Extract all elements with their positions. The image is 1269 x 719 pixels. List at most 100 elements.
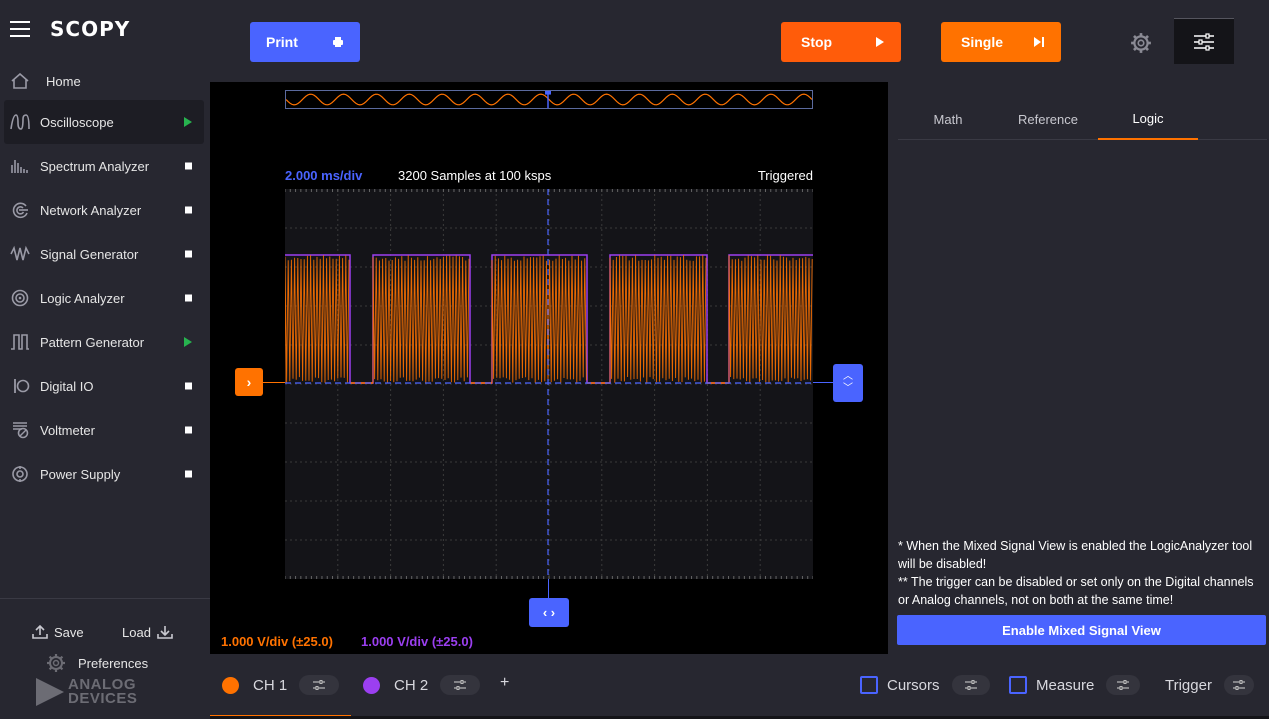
sliders-icon (1117, 680, 1129, 690)
digital-io-icon (10, 376, 30, 396)
trigger-settings-button[interactable] (1224, 675, 1254, 695)
trigger-status: Triggered (758, 168, 813, 183)
preferences-label: Preferences (78, 656, 148, 671)
note-line-1: * When the Mixed Signal View is enabled … (898, 537, 1258, 573)
vertical-position-control[interactable]: ︿ ﹀ (833, 364, 863, 402)
vendor-logo-text: ANALOG DEVICES (68, 678, 144, 706)
stopped-indicator-icon[interactable] (185, 207, 192, 214)
save-button[interactable]: Save (32, 624, 84, 640)
ch2-color-dot (363, 677, 380, 694)
trigger-label: Trigger (1165, 677, 1212, 694)
tab-logic[interactable]: Logic (1098, 98, 1198, 140)
tab-math[interactable]: Math (898, 98, 998, 140)
sidebar-item-digital-io[interactable]: Digital IO (4, 364, 204, 408)
single-button[interactable]: Single (941, 22, 1061, 62)
sidebar-item-network-analyzer[interactable]: Network Analyzer (4, 188, 204, 232)
cursors-label: Cursors (887, 677, 940, 694)
sliders-icon (1193, 33, 1215, 51)
chevron-right-icon: › (247, 374, 252, 390)
sidebar-item-spectrum-analyzer[interactable]: Spectrum Analyzer (4, 144, 204, 188)
general-settings-gear-icon[interactable] (1130, 32, 1152, 59)
app-logo: SCOPY (50, 17, 130, 41)
trigger-position-line (548, 579, 549, 598)
sliders-icon (1233, 680, 1245, 690)
channel-bar: CH 1 CH 2 + Cursors Measure Trigger (210, 654, 1269, 719)
measure-label: Measure (1036, 677, 1094, 694)
stopped-indicator-icon[interactable] (185, 163, 192, 170)
run-stop-button[interactable]: Stop (781, 22, 901, 62)
network-icon (10, 200, 30, 220)
sidebar-item-voltmeter[interactable]: Voltmeter (4, 408, 204, 452)
brand-header: SCOPY (0, 0, 210, 58)
sample-info: 3200 Samples at 100 ksps (398, 168, 551, 183)
ch2-label: CH 2 (394, 677, 428, 694)
sidebar-item-oscilloscope[interactable]: Oscilloscope (4, 100, 204, 144)
sliders-icon (454, 680, 466, 690)
sidebar-divider (0, 598, 210, 599)
ch2-tab[interactable]: CH 2 (363, 674, 480, 696)
horizontal-position-control[interactable]: ‹ › (529, 598, 569, 627)
sidebar-item-label: Pattern Generator (40, 335, 144, 350)
trigger-toggle[interactable]: Trigger (1165, 674, 1254, 696)
cursors-checkbox[interactable] (860, 676, 878, 694)
running-indicator-icon[interactable] (184, 117, 192, 127)
panel-tabs: Math Reference Logic (898, 98, 1267, 140)
running-indicator-icon[interactable] (184, 337, 192, 347)
ch1-tab[interactable]: CH 1 (222, 674, 339, 696)
logic-icon (10, 288, 30, 308)
cursors-settings-button[interactable] (952, 675, 990, 695)
sidebar-item-label: Digital IO (40, 379, 93, 394)
trigger-level-line (813, 382, 833, 383)
scopy-window: SCOPY Home Oscilloscope Spectrum Analyzer N… (0, 0, 1269, 719)
stopped-indicator-icon[interactable] (185, 251, 192, 258)
print-button[interactable]: Print (250, 22, 360, 62)
load-button[interactable]: Load (122, 624, 179, 640)
cursors-toggle[interactable]: Cursors (860, 674, 990, 696)
note-line-2: ** The trigger can be disabled or set on… (898, 573, 1258, 609)
channel-settings-menu-button[interactable] (1174, 18, 1234, 64)
sidebar-item-label: Spectrum Analyzer (40, 159, 149, 174)
load-label: Load (122, 625, 151, 640)
tool-list: Home Oscilloscope Spectrum Analyzer Network… (4, 62, 204, 496)
chevron-down-icon: ﹀ (843, 383, 853, 395)
gear-icon (46, 653, 66, 673)
measure-checkbox[interactable] (1009, 676, 1027, 694)
sidebar-item-logic-analyzer[interactable]: Logic Analyzer (4, 276, 204, 320)
sidebar-item-label: Power Supply (40, 467, 120, 482)
tab-reference[interactable]: Reference (998, 98, 1098, 140)
stopped-indicator-icon[interactable] (185, 295, 192, 302)
step-forward-icon (1033, 36, 1045, 48)
sidebar-item-power-supply[interactable]: Power Supply (4, 452, 204, 496)
sidebar-item-label: Oscilloscope (40, 115, 114, 130)
channel-settings-panel: Math Reference Logic * When the Mixed Sign… (888, 82, 1269, 654)
ch2-settings-button[interactable] (440, 675, 480, 695)
sliders-icon (965, 680, 977, 690)
measure-settings-button[interactable] (1106, 675, 1140, 695)
sidebar-item-pattern-generator[interactable]: Pattern Generator (4, 320, 204, 364)
download-icon (157, 624, 173, 640)
vendor-logo-mark (36, 678, 64, 706)
printer-icon (332, 36, 344, 48)
ch1-offset-handle[interactable]: › (235, 368, 263, 396)
single-label: Single (961, 34, 1003, 50)
enable-mixed-signal-view-button[interactable]: Enable Mixed Signal View (897, 615, 1266, 645)
stopped-indicator-icon[interactable] (185, 383, 192, 390)
preferences-button[interactable]: Preferences (46, 653, 148, 673)
add-channel-button[interactable]: + (500, 674, 509, 692)
play-icon (875, 36, 885, 48)
buffer-preview-minimap[interactable] (285, 90, 813, 109)
stopped-indicator-icon[interactable] (185, 427, 192, 434)
sidebar-item-home[interactable]: Home (4, 62, 204, 100)
measure-toggle[interactable]: Measure (1009, 674, 1140, 696)
sidebar-item-label: Network Analyzer (40, 203, 141, 218)
print-label: Print (266, 34, 298, 50)
sidebar: SCOPY Home Oscilloscope Spectrum Analyzer N… (0, 0, 210, 719)
hamburger-menu-icon[interactable] (10, 21, 30, 37)
sidebar-item-label: Logic Analyzer (40, 291, 125, 306)
sidebar-item-signal-generator[interactable]: Signal Generator (4, 232, 204, 276)
ch1-settings-button[interactable] (299, 675, 339, 695)
waveform-plot[interactable] (285, 189, 813, 579)
stopped-indicator-icon[interactable] (185, 471, 192, 478)
chevron-left-right-icon: ‹ › (543, 605, 555, 620)
stop-label: Stop (801, 34, 832, 50)
